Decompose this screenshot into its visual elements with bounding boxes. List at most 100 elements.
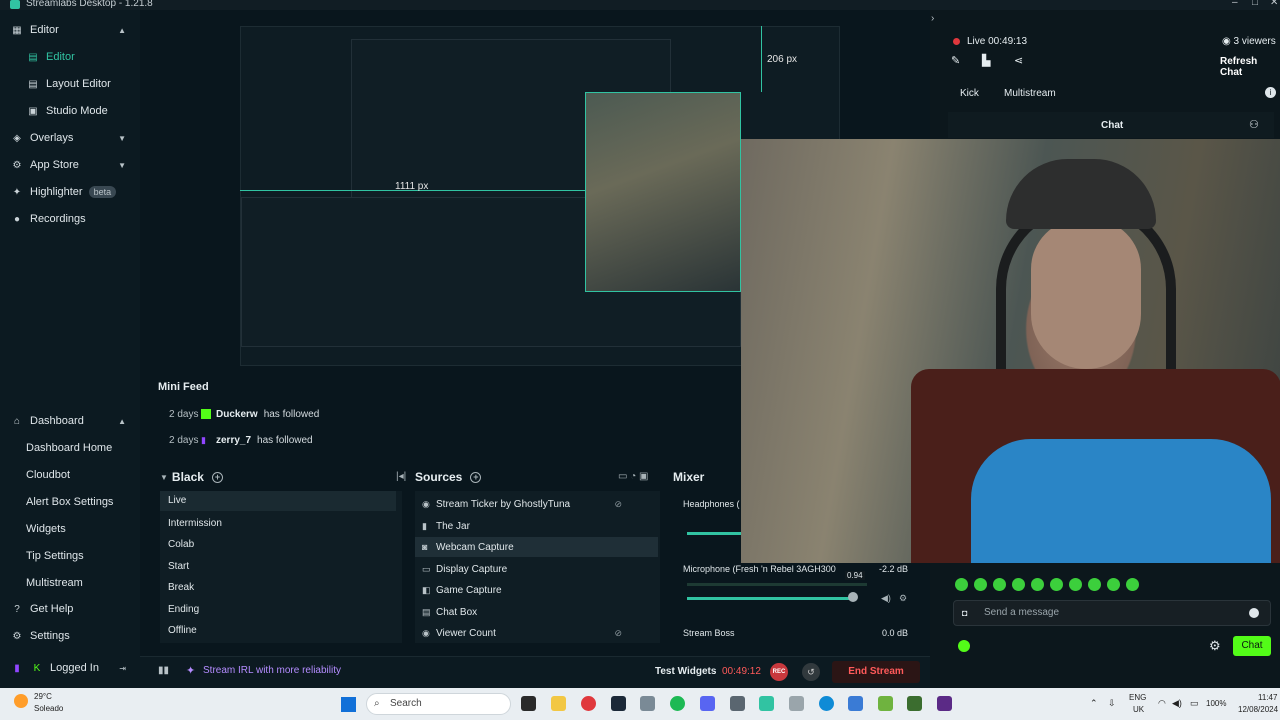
scene-item[interactable]: Live <box>160 491 396 511</box>
scene-collection-title[interactable]: Black <box>172 470 204 484</box>
close-button[interactable]: ✕ <box>1270 0 1278 8</box>
file-explorer-icon[interactable] <box>551 696 566 711</box>
source-item[interactable]: ◧ Game Capture <box>415 580 658 600</box>
nav-editor[interactable]: ▤ Editor <box>0 45 140 69</box>
scene-item[interactable]: Break <box>168 582 194 593</box>
nav-dashboard-home[interactable]: Dashboard Home <box>0 436 140 460</box>
source-item[interactable]: ▮ The Jar <box>415 516 658 536</box>
task-view-icon[interactable] <box>521 696 536 711</box>
test-widgets-button[interactable]: Test Widgets <box>655 666 716 677</box>
nav-studio-mode[interactable]: ▣ Studio Mode <box>0 99 140 123</box>
edit-icon[interactable]: ✎ <box>951 54 960 67</box>
add-scene-button[interactable]: + <box>211 471 223 483</box>
emote-icon[interactable] <box>1107 578 1120 591</box>
emote-icon[interactable] <box>974 578 987 591</box>
nav-app-store[interactable]: ⚙ App Store ▼ <box>0 153 140 177</box>
add-source-button[interactable]: + <box>470 471 482 483</box>
language-2[interactable]: UK <box>1133 705 1144 714</box>
scene-item[interactable]: Ending <box>168 604 199 615</box>
emote-icon[interactable] <box>1126 578 1139 591</box>
performance-icon[interactable]: ▮▮ <box>158 665 169 676</box>
scene-item[interactable]: Start <box>168 561 189 572</box>
minimize-button[interactable]: – <box>1232 0 1238 8</box>
replay-buffer-icon[interactable]: ↺ <box>802 663 820 681</box>
emote-icon[interactable] <box>1031 578 1044 591</box>
streamlabs-taskbar-icon[interactable] <box>759 696 774 711</box>
emote-icon[interactable] <box>993 578 1006 591</box>
language-1[interactable]: ENG <box>1129 693 1146 702</box>
nav-recordings[interactable]: ● Recordings <box>0 207 140 231</box>
nav-overlays[interactable]: ◈ Overlays ▼ <box>0 126 140 150</box>
nav-logged-in[interactable]: ▮ K Logged In ⇥ <box>0 656 140 680</box>
nav-settings[interactable]: ⚙ Settings <box>0 624 140 648</box>
gear-icon[interactable]: ⚙ <box>1209 638 1221 654</box>
tab-multistream[interactable]: Multistream <box>1004 88 1056 99</box>
share-icon[interactable]: ⋖ <box>1014 54 1023 67</box>
emote-icon[interactable] <box>1050 578 1063 591</box>
users-icon[interactable]: ⚇ <box>1249 118 1259 131</box>
nav-widgets[interactable]: Widgets <box>0 517 140 541</box>
clock-time[interactable]: 11:47 <box>1258 693 1277 702</box>
tool-icon[interactable] <box>730 696 745 711</box>
nav-editor-group[interactable]: ▦ Editor ▲ <box>0 18 140 42</box>
nav-tip-settings[interactable]: Tip Settings <box>0 544 140 568</box>
source-item[interactable]: ◉ Stream Ticker by GhostlyTuna ⊘ <box>415 494 658 514</box>
nav-cloudbot[interactable]: Cloudbot <box>0 463 140 487</box>
nav-multistream[interactable]: Multistream <box>0 571 140 595</box>
stream-irl-link[interactable]: Stream IRL with more reliability <box>203 665 341 676</box>
edge-icon[interactable] <box>819 696 834 711</box>
wifi-icon[interactable]: ◠ <box>1158 698 1166 709</box>
refresh-chat-button[interactable]: Refresh Chat <box>1220 56 1280 78</box>
source-item[interactable]: ◉ Viewer Count ⊘ <box>415 623 658 643</box>
discord-icon[interactable] <box>700 696 715 711</box>
steam-icon[interactable] <box>611 696 626 711</box>
volume-icon[interactable]: ◀) <box>1172 698 1182 709</box>
hidden-icon[interactable]: ⊘ <box>614 499 622 510</box>
logout-icon[interactable]: ⇥ <box>119 664 126 673</box>
app-icon[interactable] <box>878 696 893 711</box>
source-item[interactable]: ◙ Webcam Capture <box>415 537 658 557</box>
emote-icon[interactable] <box>1012 578 1025 591</box>
clock-date[interactable]: 12/08/2024 <box>1238 705 1278 714</box>
nav-alert-box[interactable]: Alert Box Settings <box>0 490 140 514</box>
speaker-icon[interactable]: ◀) <box>881 593 891 604</box>
taskbar-search[interactable] <box>366 693 511 715</box>
spotify-icon[interactable] <box>670 696 685 711</box>
opera-icon[interactable] <box>581 696 596 711</box>
usb-icon[interactable]: ⇩ <box>1108 698 1116 709</box>
emote-icon[interactable] <box>1088 578 1101 591</box>
expand-icon[interactable]: › <box>931 13 934 24</box>
end-stream-button[interactable]: End Stream <box>832 661 920 683</box>
nav-dashboard-group[interactable]: ⌂ Dashboard ▲ <box>0 409 140 433</box>
battery-icon[interactable]: ▭ <box>1190 698 1199 709</box>
maximize-button[interactable]: □ <box>1252 0 1258 8</box>
weather-sun-icon[interactable] <box>14 694 28 708</box>
source-item[interactable]: ▭ Display Capture <box>415 559 658 579</box>
webcam-capture-selected[interactable] <box>585 92 741 292</box>
app-icon[interactable] <box>937 696 952 711</box>
scene-item[interactable]: Colab <box>168 539 194 550</box>
tray-chevron-icon[interactable]: ⌃ <box>1090 698 1098 709</box>
nav-layout-editor[interactable]: ▤ Layout Editor <box>0 72 140 96</box>
collapse-icon[interactable]: |◂| <box>396 471 406 482</box>
dashboard-icon[interactable]: ▙ <box>982 54 990 67</box>
app-icon[interactable] <box>789 696 804 711</box>
info-icon[interactable]: i <box>1265 87 1276 98</box>
app-icon[interactable] <box>907 696 922 711</box>
scene-item[interactable]: Offline <box>168 625 197 636</box>
tab-kick[interactable]: Kick <box>960 88 979 99</box>
emote-icon[interactable] <box>1069 578 1082 591</box>
emoji-icon[interactable] <box>1249 608 1259 618</box>
settings-app-icon[interactable] <box>640 696 655 711</box>
gear-icon[interactable]: ⚙ <box>899 593 907 604</box>
rec-button[interactable]: REC <box>770 663 788 681</box>
source-tools-icon[interactable]: ▭ ◔ ▣ <box>618 471 649 482</box>
volume-slider-handle[interactable] <box>848 592 858 602</box>
source-item[interactable]: ▤ Chat Box <box>415 602 658 622</box>
chat-send-button[interactable]: Chat <box>1233 636 1271 656</box>
nav-get-help[interactable]: ? Get Help <box>0 597 140 621</box>
emote-icon[interactable] <box>955 578 968 591</box>
scene-item[interactable]: Intermission <box>168 518 222 529</box>
nav-highlighter[interactable]: ✦ Highlighter beta <box>0 180 140 204</box>
chevron-down-icon[interactable]: ▼ <box>160 473 168 482</box>
